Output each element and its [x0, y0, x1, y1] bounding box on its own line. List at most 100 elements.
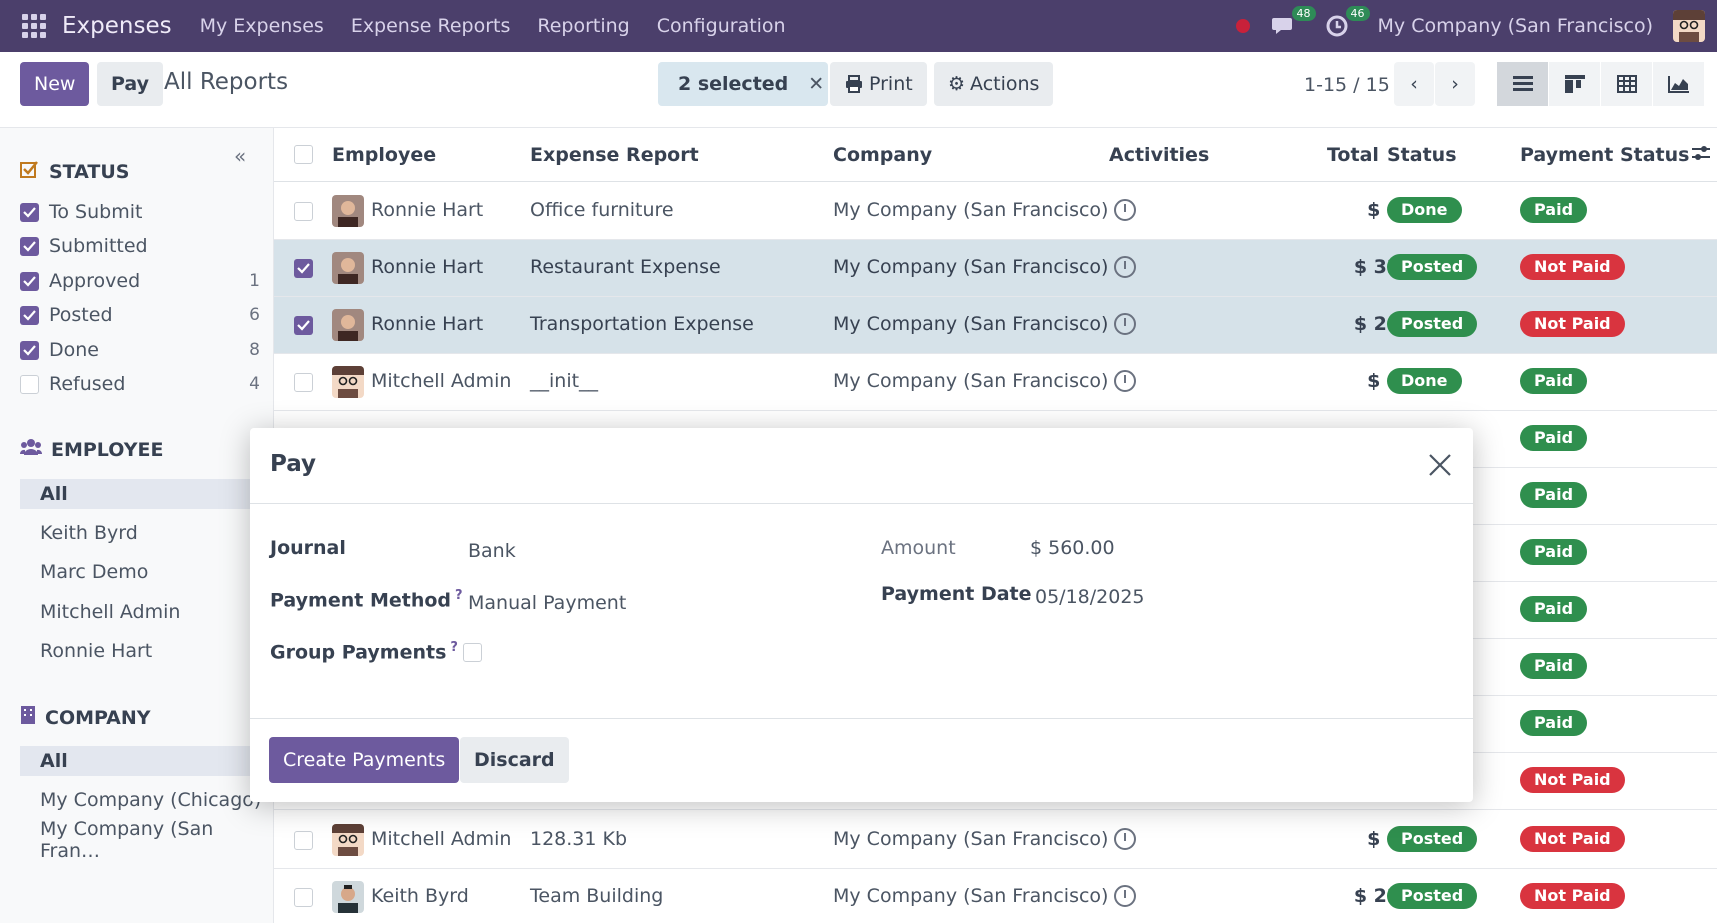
status-badge: Posted — [1387, 826, 1478, 852]
payment-date-field[interactable]: 05/18/2025 — [1035, 586, 1145, 608]
pivot-view-button[interactable] — [1601, 62, 1652, 106]
menu-expense-reports[interactable]: Expense Reports — [351, 15, 511, 37]
row-checkbox[interactable] — [294, 202, 313, 221]
journal-field[interactable]: Bank — [468, 540, 516, 562]
app-name[interactable]: Expenses — [62, 13, 172, 39]
filter-approved[interactable]: Approved 1 — [20, 266, 260, 296]
col-total[interactable]: Total — [1327, 144, 1379, 166]
activity-clock-icon[interactable] — [1114, 256, 1136, 278]
status-badge: Done — [1387, 368, 1462, 394]
table-row[interactable]: Ronnie Hart Restaurant Expense My Compan… — [274, 240, 1717, 297]
filter-to-submit[interactable]: To Submit — [20, 197, 260, 227]
col-payment-status[interactable]: Payment Status — [1520, 144, 1689, 166]
table-row[interactable]: Keith Byrd Team Building My Company (San… — [274, 869, 1717, 923]
kanban-view-button[interactable] — [1549, 62, 1600, 106]
col-company[interactable]: Company — [833, 144, 932, 166]
help-tooltip-icon[interactable]: ? — [450, 640, 458, 655]
user-avatar[interactable] — [1673, 10, 1705, 42]
company-filter-chicago[interactable]: My Company (Chicago) — [20, 785, 274, 815]
activity-clock-icon[interactable] — [1114, 199, 1136, 221]
employee-avatar — [332, 309, 364, 341]
payment-method-label-text: Payment Method — [270, 589, 452, 612]
row-checkbox[interactable] — [294, 831, 313, 850]
messages-icon[interactable]: 48 — [1270, 6, 1316, 40]
filter-posted[interactable]: Posted 6 — [20, 300, 260, 330]
checkbox-checked-icon[interactable] — [20, 305, 39, 325]
col-expense-report[interactable]: Expense Report — [530, 144, 699, 166]
menu-my-expenses[interactable]: My Expenses — [200, 15, 324, 37]
graph-view-button[interactable] — [1653, 62, 1704, 106]
col-employee[interactable]: Employee — [332, 144, 436, 166]
filter-count: 1 — [249, 271, 260, 291]
activities-clock-icon[interactable]: 46 — [1324, 6, 1370, 40]
apps-grid-icon[interactable] — [22, 14, 46, 38]
employee-filter-all[interactable]: All — [20, 479, 274, 509]
print-button[interactable]: Print — [830, 62, 927, 106]
close-icon[interactable] — [1427, 452, 1453, 478]
actions-label: Actions — [970, 73, 1040, 95]
payment-status-badge: Paid — [1520, 482, 1588, 508]
column-settings-icon[interactable] — [1690, 142, 1712, 169]
col-activities[interactable]: Activities — [1109, 144, 1209, 166]
new-button[interactable]: New — [20, 62, 90, 106]
table-header: Employee Expense Report Company Activiti… — [274, 128, 1717, 182]
table-row[interactable]: Ronnie Hart Transportation Expense My Co… — [274, 297, 1717, 354]
pager-value[interactable]: 1-15 / 15 — [1304, 74, 1390, 96]
activity-clock-icon[interactable] — [1114, 885, 1136, 907]
employee-filter-keith-byrd[interactable]: Keith Byrd — [20, 518, 274, 548]
status-badge: Done — [1387, 197, 1462, 223]
menu-configuration[interactable]: Configuration — [657, 15, 786, 37]
filter-submitted[interactable]: Submitted — [20, 231, 260, 261]
create-payments-button[interactable]: Create Payments — [269, 737, 460, 783]
employee-avatar — [332, 824, 364, 856]
pay-dialog: Pay Journal Bank Payment Method? Manual … — [250, 428, 1473, 802]
table-row[interactable]: Ronnie Hart Office furniture My Company … — [274, 183, 1717, 240]
row-checkbox[interactable] — [294, 888, 313, 907]
employee-filter-marc-demo[interactable]: Marc Demo — [20, 557, 274, 587]
search-panel: « STATUS To Submit Submitted Approved 1 … — [0, 128, 274, 923]
company-filter-all[interactable]: All — [20, 746, 274, 776]
cell-employee: Mitchell Admin — [371, 828, 512, 850]
filter-refused[interactable]: Refused 4 — [20, 369, 260, 399]
select-all-checkbox[interactable] — [294, 145, 313, 164]
checkbox-checked-icon[interactable] — [20, 236, 39, 256]
actions-button[interactable]: ⚙ Actions — [934, 62, 1054, 106]
employee-filter-ronnie-hart[interactable]: Ronnie Hart — [20, 636, 274, 666]
company-switcher[interactable]: My Company (San Francisco) — [1378, 15, 1653, 37]
checkbox-unchecked-icon[interactable] — [20, 374, 39, 394]
discard-button[interactable]: Discard — [460, 737, 569, 783]
table-row[interactable]: Mitchell Admin 128.31 Kb My Company (San… — [274, 812, 1717, 869]
messages-count-badge: 48 — [1291, 6, 1316, 21]
pager-next-button[interactable]: › — [1435, 62, 1475, 106]
checkbox-checked-icon[interactable] — [20, 340, 39, 360]
row-checkbox-checked[interactable] — [294, 259, 313, 278]
table-row[interactable]: Mitchell Admin __init__ My Company (San … — [274, 354, 1717, 411]
col-status[interactable]: Status — [1387, 144, 1457, 166]
checkbox-checked-icon[interactable] — [20, 271, 39, 291]
breadcrumb: All Reports — [164, 69, 289, 95]
printer-icon — [846, 75, 862, 93]
activity-clock-icon[interactable] — [1114, 313, 1136, 335]
activity-clock-icon[interactable] — [1114, 828, 1136, 850]
filter-label: Approved — [49, 270, 141, 292]
collapse-panel-icon[interactable]: « — [234, 144, 246, 168]
employee-title: EMPLOYEE — [51, 438, 164, 461]
cell-company: My Company (San Francisco) — [833, 828, 1109, 850]
pay-button[interactable]: Pay — [97, 62, 164, 106]
activity-clock-icon[interactable] — [1114, 370, 1136, 392]
checkbox-checked-icon[interactable] — [20, 202, 39, 222]
payment-method-field[interactable]: Manual Payment — [468, 592, 626, 614]
employee-filter-mitchell-admin[interactable]: Mitchell Admin — [20, 597, 274, 627]
cell-employee: Mitchell Admin — [371, 370, 512, 392]
pager-previous-button[interactable]: ‹ — [1394, 62, 1434, 106]
row-checkbox[interactable] — [294, 373, 313, 392]
row-checkbox-checked[interactable] — [294, 316, 313, 335]
group-payments-checkbox[interactable] — [463, 643, 482, 662]
company-filter-san-francisco[interactable]: My Company (San Fran… — [20, 818, 274, 862]
menu-reporting[interactable]: Reporting — [537, 15, 629, 37]
help-tooltip-icon[interactable]: ? — [455, 588, 463, 603]
clear-selection-icon[interactable]: ✕ — [808, 73, 824, 95]
filter-done[interactable]: Done 8 — [20, 335, 260, 365]
recording-dot-icon[interactable] — [1235, 19, 1250, 33]
list-view-button[interactable] — [1497, 62, 1548, 106]
